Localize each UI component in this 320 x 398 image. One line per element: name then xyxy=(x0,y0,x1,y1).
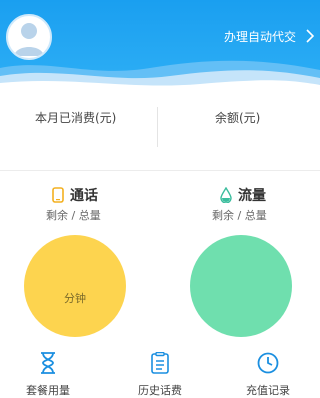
calls-unit-label: 分钟 xyxy=(64,292,86,305)
auto-pay-label: 办理自动代交 xyxy=(223,29,296,44)
bottom-nav-history-bill-label: 历史话费 xyxy=(138,384,182,397)
data-title-text: 流量 xyxy=(238,188,266,204)
monthly-spent-label: 本月已消费(元) xyxy=(35,111,117,125)
hourglass-icon xyxy=(41,352,55,374)
chevron-right-icon xyxy=(306,29,314,43)
bottom-nav-usage-label: 套餐用量 xyxy=(26,384,70,397)
spending-summary: 本月已消费(元) 余额(元) xyxy=(0,91,320,169)
data-title: 流量 xyxy=(220,185,266,205)
calls-usage-circle[interactable] xyxy=(24,235,126,337)
auto-pay-link[interactable]: 办理自动代交 xyxy=(224,26,314,46)
header-banner: 办理自动代交 xyxy=(0,0,320,90)
bill-icon xyxy=(151,352,169,374)
water-drop-icon xyxy=(220,187,232,203)
bottom-nav-recharge-record-label: 充值记录 xyxy=(246,384,290,397)
phone-icon xyxy=(52,187,64,203)
clock-icon xyxy=(257,352,279,374)
calls-title-text: 通话 xyxy=(70,188,98,204)
calls-subtitle: 剩余 / 总量 xyxy=(46,209,101,222)
data-subtitle: 剩余 / 总量 xyxy=(212,209,267,222)
stat-divider xyxy=(157,107,158,147)
balance-label: 余额(元) xyxy=(215,111,261,125)
section-divider xyxy=(0,170,320,171)
avatar[interactable] xyxy=(6,14,52,60)
user-icon xyxy=(14,23,44,56)
calls-title: 通话 xyxy=(52,185,98,205)
data-usage-circle[interactable] xyxy=(190,235,292,337)
